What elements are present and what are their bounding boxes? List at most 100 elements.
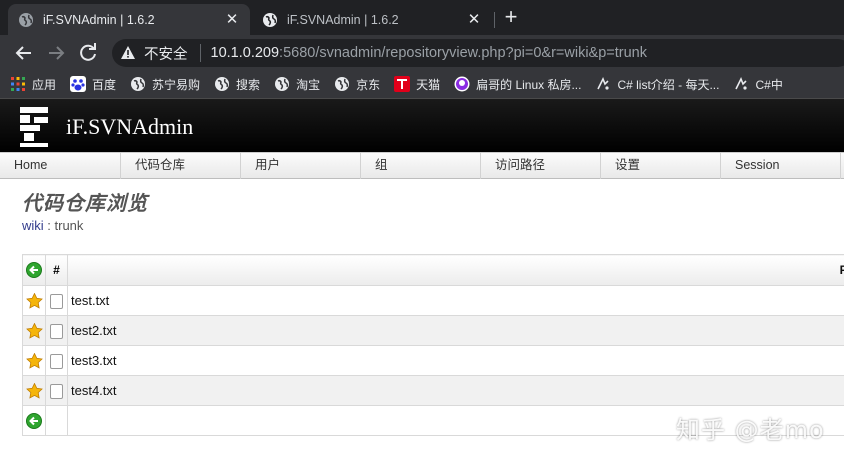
row-icon-cell — [22, 375, 46, 406]
bookmark-csharp[interactable]: C#中 — [733, 76, 783, 93]
app-header: iF.SVNAdmin — [0, 99, 844, 152]
bookmark-label: C#中 — [755, 77, 783, 92]
new-tab-button[interactable]: + — [500, 6, 522, 29]
tab-close-icon[interactable]: ✕ — [224, 11, 240, 28]
bookmark-linux[interactable]: 扁哥的 Linux 私房... — [454, 76, 581, 93]
watermark: 知乎 @老mo — [676, 416, 825, 444]
row-checkbox[interactable] — [50, 323, 63, 339]
bookmark-label: 淘宝 — [296, 77, 321, 92]
tmall-icon — [394, 76, 411, 92]
file-name[interactable]: test3.txt — [67, 345, 844, 376]
tab-title: iF.SVNAdmin | 1.6.2 — [287, 12, 399, 27]
breadcrumb: wiki : trunk — [22, 218, 83, 233]
apps-grid-icon — [11, 77, 25, 91]
forward-arrow-icon[interactable] — [44, 41, 68, 65]
web-page: iF.SVNAdmin Home 代码仓库 用户 组 访问路径 设置 Sessi… — [0, 99, 844, 459]
row-checkbox-cell — [45, 315, 68, 346]
header-hash: # — [45, 254, 68, 286]
row-checkbox[interactable] — [50, 383, 63, 399]
url-path: :5680/svnadmin/repositoryview.php?pi=0&r… — [279, 45, 647, 61]
row-checkbox-cell — [45, 345, 68, 376]
bookmark-label: 百度 — [92, 77, 117, 92]
warning-triangle-icon[interactable] — [120, 45, 136, 61]
row-icon-cell — [22, 315, 46, 346]
header-back-cell — [22, 254, 46, 286]
header-file[interactable]: F — [67, 254, 844, 286]
bookmark-taobao[interactable]: 淘宝 — [274, 76, 320, 93]
bookmark-label: 应用 — [32, 77, 57, 92]
table-header-row: # F — [22, 254, 844, 286]
tab-divider — [494, 12, 495, 28]
menu-groups[interactable]: 组 — [361, 153, 481, 179]
star-icon — [25, 352, 43, 369]
tab-title: iF.SVNAdmin | 1.6.2 — [43, 12, 155, 27]
file-name[interactable]: test4.txt — [67, 375, 844, 406]
file-table: # F test.txt test2.txt test3.txt test4.t… — [22, 254, 844, 436]
breadcrumb-path: trunk — [54, 218, 84, 233]
svnadmin-logo-icon — [20, 107, 48, 147]
globe-icon — [275, 77, 290, 91]
app-title: iF.SVNAdmin — [66, 114, 194, 139]
back-arrow-green-icon[interactable] — [26, 412, 42, 429]
main-menu: Home 代码仓库 用户 组 访问路径 设置 Session — [0, 152, 844, 179]
address-divider — [199, 44, 201, 62]
bookmark-search[interactable]: 搜索 — [214, 76, 260, 93]
row-checkbox[interactable] — [50, 353, 63, 369]
bookmark-apps[interactable]: 应用 — [10, 76, 56, 93]
row-checkbox-cell — [45, 285, 68, 316]
file-name[interactable]: test.txt — [67, 285, 844, 316]
browser-toolbar: 不安全 10.1.0.209:5680/svnadmin/repositoryv… — [0, 35, 844, 70]
bookmark-label: 苏宁易购 — [152, 77, 201, 92]
file-name[interactable]: test2.txt — [67, 315, 844, 346]
row-checkbox-cell — [45, 375, 68, 406]
bookmark-label: 京东 — [356, 77, 381, 92]
table-row: test4.txt — [22, 375, 844, 406]
bookmark-csharp-list[interactable]: C# list介绍 - 每天... — [595, 76, 719, 93]
globe-icon — [131, 77, 146, 91]
footer-empty-cell — [45, 405, 68, 436]
menu-repositories[interactable]: 代码仓库 — [121, 153, 241, 179]
cnblogs-icon — [735, 77, 748, 90]
menu-settings[interactable]: 设置 — [601, 153, 721, 179]
browser-tab-active[interactable]: iF.SVNAdmin | 1.6.2 ✕ — [8, 4, 250, 35]
row-checkbox[interactable] — [50, 293, 63, 309]
menu-access-paths[interactable]: 访问路径 — [481, 153, 601, 179]
breadcrumb-separator: : — [43, 218, 55, 233]
tab-close-icon[interactable]: ✕ — [466, 11, 482, 28]
bookmark-tmall[interactable]: 天猫 — [394, 76, 440, 93]
back-arrow-green-icon[interactable] — [26, 262, 42, 278]
star-icon — [25, 322, 43, 339]
footer-back-cell — [22, 405, 46, 436]
star-icon — [25, 292, 43, 309]
bookmark-label: C# list介绍 - 每天... — [617, 77, 720, 92]
globe-icon — [215, 77, 230, 91]
bookmark-suning[interactable]: 苏宁易购 — [130, 76, 200, 93]
baidu-paw-icon — [70, 76, 87, 92]
bookmark-label: 扁哥的 Linux 私房... — [476, 77, 582, 92]
bookmark-baidu[interactable]: 百度 — [70, 76, 116, 93]
menu-session[interactable]: Session — [721, 153, 841, 179]
bookmark-label: 搜索 — [236, 77, 261, 92]
row-icon-cell — [22, 285, 46, 316]
menu-users[interactable]: 用户 — [241, 153, 361, 179]
breadcrumb-repo-link[interactable]: wiki — [22, 218, 44, 233]
menu-home[interactable]: Home — [0, 153, 121, 179]
table-row: test2.txt — [22, 315, 844, 346]
address-bar[interactable]: 不安全 10.1.0.209:5680/svnadmin/repositoryv… — [112, 39, 844, 67]
url-host: 10.1.0.209 — [210, 45, 280, 61]
bookmarks-bar: 应用 百度 苏宁易购 搜索 淘宝 京东 天猫 扁哥的 Linux 私房... C… — [0, 70, 844, 99]
table-row: test3.txt — [22, 345, 844, 376]
browser-tab-inactive[interactable]: iF.SVNAdmin | 1.6.2 ✕ — [252, 4, 492, 35]
page-title: 代码仓库浏览 — [22, 191, 148, 215]
reload-icon[interactable] — [76, 41, 100, 65]
linux-site-icon — [454, 76, 470, 92]
security-label[interactable]: 不安全 — [144, 43, 188, 64]
row-icon-cell — [22, 345, 46, 376]
bookmark-jd[interactable]: 京东 — [334, 76, 380, 93]
globe-icon — [335, 77, 350, 91]
globe-icon — [263, 12, 277, 27]
back-arrow-icon[interactable] — [12, 41, 36, 65]
browser-tab-strip: iF.SVNAdmin | 1.6.2 ✕ iF.SVNAdmin | 1.6.… — [0, 0, 844, 35]
globe-icon — [19, 12, 33, 27]
star-icon — [25, 382, 43, 399]
